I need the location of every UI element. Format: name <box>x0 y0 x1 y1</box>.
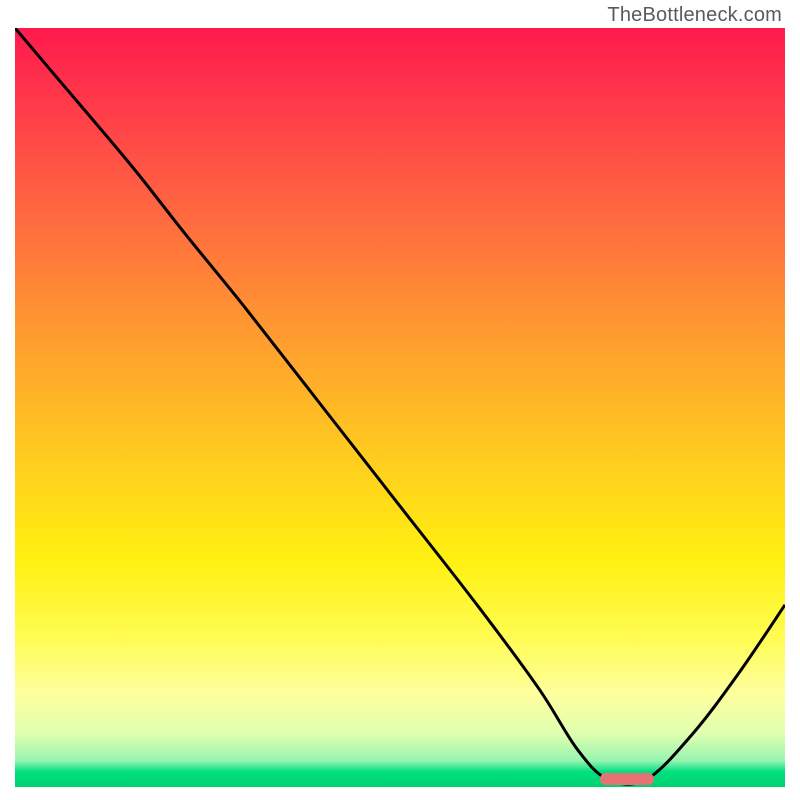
bottleneck-curve-path <box>15 28 785 784</box>
optimal-range-marker <box>600 773 654 785</box>
bottleneck-chart: TheBottleneck.com <box>0 0 800 800</box>
bottleneck-line-svg <box>15 28 785 787</box>
watermark-text: TheBottleneck.com <box>607 4 782 27</box>
